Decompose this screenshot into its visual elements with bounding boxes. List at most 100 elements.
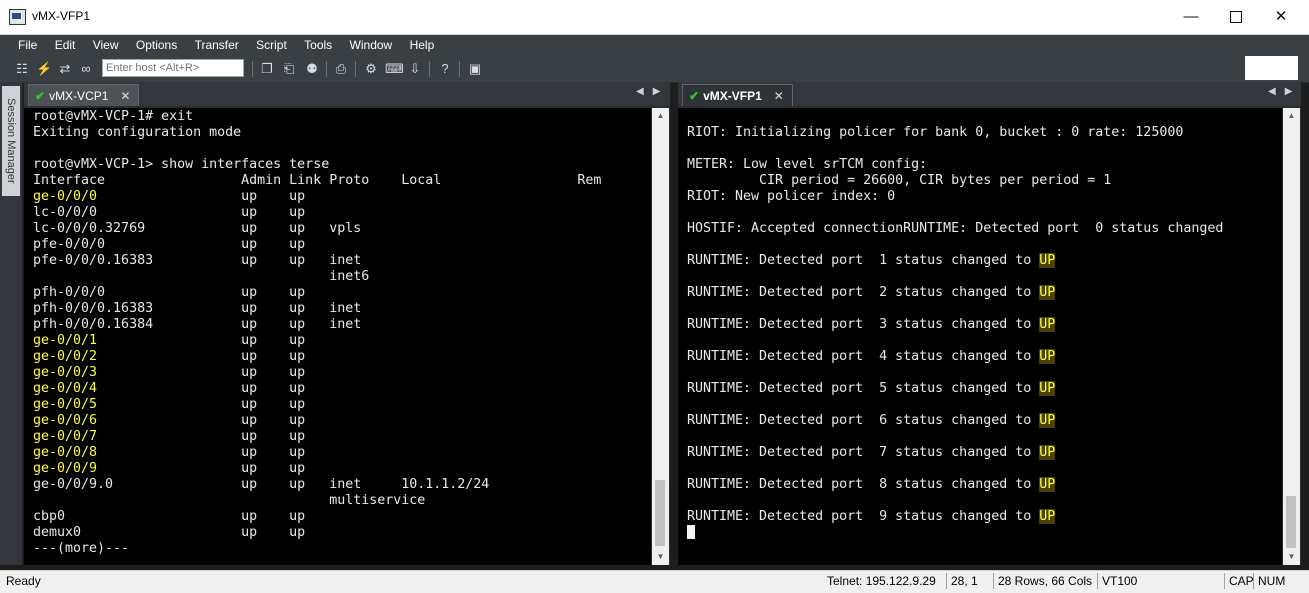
terminal-line: cbp0 up up [33,509,651,525]
scroll-thumb[interactable] [655,480,665,546]
menu-script[interactable]: Script [249,35,294,56]
quick-connect-lightning-icon[interactable]: ⚡ [36,61,52,77]
terminal-line: pfe-0/0/0 up up [33,237,651,253]
terminal-line: ge-0/0/3 up up [33,365,651,381]
terminal-text: RUNTIME: Detected port 3 status changed … [687,317,1040,332]
terminal-line: RUNTIME: Detected port 9 status changed … [687,509,1282,525]
scroll-up-arrow-icon[interactable]: ▲ [1283,108,1300,124]
scroll-up-arrow-icon[interactable]: ▲ [652,108,669,124]
terminal-text: pfh-0/0/0.16384 up up inet [33,317,362,332]
session-manager-tab[interactable]: Session Manager [2,86,20,196]
terminal-line: RUNTIME: Detected port 4 status changed … [687,349,1282,365]
terminal-line: RUNTIME: Detected port 1 status changed … [687,253,1282,269]
disconnect-link-icon[interactable]: ∞ [78,61,94,77]
connect-icon[interactable]: ☷ [14,61,30,77]
terminal-line: lc-0/0/0 up up [33,205,651,221]
terminal-text: pfe-0/0/0.16383 up up inet [33,253,362,268]
status-terminal-size: 28 Rows, 66 Cols [993,573,1092,589]
menu-help[interactable]: Help [403,35,442,56]
reconnect-icon[interactable]: ⇄ [57,61,73,77]
menu-options[interactable]: Options [129,35,184,56]
terminal-text: ge-0/0/7 [33,429,98,444]
terminal-text: pfe-0/0/0 up up [33,237,306,252]
terminal-line: ---(more)--- [33,541,651,557]
scroll-down-arrow-icon[interactable]: ▼ [1283,549,1300,565]
sftp-icon[interactable]: ⇩ [407,61,423,77]
keymap-icon[interactable]: ⌨ [385,61,404,77]
window-title: vMX-VFP1 [32,9,91,23]
terminal-text: up up [97,381,306,396]
toolbar-separator [429,61,430,77]
terminal-line: root@vMX-VCP-1> show interfaces terse [33,157,651,173]
menu-view[interactable]: View [86,35,126,56]
status-up-text: UP [1039,317,1056,332]
menu-bar: File Edit View Options Transfer Script T… [0,35,1309,56]
menu-window[interactable]: Window [343,35,400,56]
tab-vmx-vfp1[interactable]: ✔ vMX-VFP1 ✕ [682,84,793,106]
enter-host-input[interactable] [102,59,244,77]
terminal-line: ge-0/0/5 up up [33,397,651,413]
screen-icon[interactable]: ▣ [467,61,483,77]
menu-edit[interactable]: Edit [48,35,83,56]
tab-scroll-arrows[interactable]: ◀▶ [1268,86,1301,97]
terminal-text: up up [97,189,306,204]
terminal-text: up up [97,365,306,380]
minimize-button[interactable]: — [1176,6,1206,28]
terminal-text: inet6 [33,269,370,284]
toolbar-separator [355,61,356,77]
terminal-text: up up [97,333,306,348]
toolbar-separator [252,61,253,77]
paste-icon[interactable]: ⎗ [281,61,297,77]
menu-file[interactable]: File [0,35,44,56]
terminal-text: RUNTIME: Detected port 4 status changed … [687,349,1040,364]
maximize-button[interactable] [1221,6,1251,28]
scroll-down-arrow-icon[interactable]: ▼ [652,549,669,565]
connected-check-icon: ✔ [689,89,700,103]
terminal-text: ge-0/0/5 [33,397,98,412]
terminal-text: up up [97,445,306,460]
close-button[interactable]: ✕ [1266,6,1296,28]
menu-transfer[interactable]: Transfer [188,35,246,56]
terminal-text: root@vMX-VCP-1# exit [33,109,194,124]
menu-tools[interactable]: Tools [297,35,339,56]
print-icon[interactable]: ⎙ [333,61,349,77]
terminal-text: Exiting configuration mode [33,125,242,140]
terminal-line: ge-0/0/6 up up [33,413,651,429]
status-caps-lock: CAP [1224,573,1254,589]
terminal-text: RUNTIME: Detected port 5 status changed … [687,381,1040,396]
copy-icon[interactable]: ❐ [259,61,275,77]
close-tab-icon[interactable]: ✕ [774,89,784,103]
terminal-text: pfh-0/0/0.16383 up up inet [33,301,362,316]
terminal-line: Interface Admin Link Proto Local Rem [33,173,651,189]
tab-scroll-arrows[interactable]: ◀▶ [636,86,669,97]
terminal-line: RIOT: Initializing policer for bank 0, b… [687,125,1282,141]
scroll-thumb[interactable] [1286,496,1296,548]
close-tab-icon[interactable]: ✕ [120,89,130,103]
right-scrollbar[interactable]: ▲ ▼ [1283,108,1300,565]
terminal-text: CIR period = 26600, CIR bytes per period… [687,173,1112,188]
terminal-text: lc-0/0/0 up up [33,205,306,220]
terminal-output-vcp1[interactable]: root@vMX-VCP-1# exit Exiting configuratio… [24,108,651,565]
status-num-lock: NUM [1253,573,1285,589]
tab-label: vMX-VFP1 [703,89,762,103]
terminal-text: ge-0/0/2 [33,349,98,364]
terminal-output-vfp1[interactable]: RIOT: Initializing policer for bank 0, b… [678,108,1282,565]
status-ready: Ready [6,574,41,588]
find-binoculars-icon[interactable]: ⚉ [304,61,320,77]
terminal-line: pfe-0/0/0.16383 up up inet [33,253,651,269]
tab-vmx-vcp1[interactable]: ✔ vMX-VCP1 ✕ [28,84,140,106]
terminal-text: HOSTIF: Accepted connectionRUNTIME: Dete… [687,221,1224,236]
terminal-text: METER: Low level srTCM config: [687,157,928,172]
status-up-text: UP [1039,349,1056,364]
terminal-text: ge-0/0/4 [33,381,98,396]
help-question-icon[interactable]: ? [437,61,453,77]
settings-gear-icon[interactable]: ⚙ [363,61,379,77]
connected-check-icon: ✔ [35,89,46,103]
left-scrollbar[interactable]: ▲ ▼ [652,108,669,565]
terminal-text: RIOT: Initializing policer for bank 0, b… [687,125,1184,140]
terminal-text: RIOT: New policer index: 0 [687,189,896,204]
